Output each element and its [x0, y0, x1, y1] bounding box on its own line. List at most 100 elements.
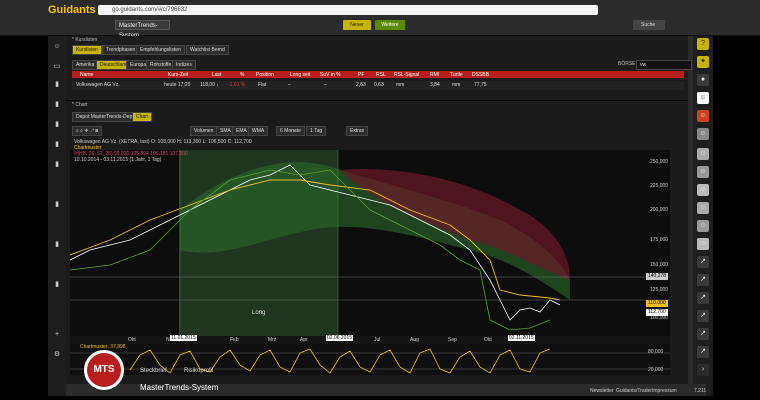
user-avatar-icon[interactable]: ☺	[697, 202, 709, 214]
long-label: Long	[252, 310, 266, 316]
bookmark-icon[interactable]: ▮	[52, 100, 62, 109]
col-kurszeit[interactable]: Kurs-Zeit	[168, 72, 188, 78]
bookmark-icon[interactable]: ▮	[52, 200, 62, 209]
cell: Volkswagen AG Vz.	[76, 82, 120, 88]
link-impressum[interactable]: Impressum	[652, 388, 677, 394]
price-flag-low: 112,700	[646, 309, 668, 316]
col-rsl-signal[interactable]: RSL-Signal	[394, 72, 419, 78]
col-rmi[interactable]: RMI	[430, 72, 439, 78]
chart-trend-icon[interactable]: ↗	[697, 292, 709, 304]
tab-watchlist[interactable]: Watchlist Bernd	[186, 45, 229, 55]
extras-button[interactable]: Extras	[346, 126, 369, 136]
x-flag: 11.01.2015	[170, 335, 197, 341]
x-flag: 02.11.2015	[508, 335, 535, 341]
y-tick: 150,000	[650, 262, 669, 268]
bookmark-icon[interactable]: ▮	[52, 80, 62, 89]
col-long-seit[interactable]: Long seit	[290, 72, 310, 78]
new-button[interactable]: Neuer	[343, 20, 371, 30]
zoom-icon[interactable]: ⌕ ⌕ ✥ ↗ ⊞	[72, 126, 103, 136]
tab-risikoprofil[interactable]: Risikoprofil	[184, 368, 213, 374]
col-suv[interactable]: SuV in %	[320, 72, 341, 78]
user-avatar-icon[interactable]: ☺	[697, 148, 709, 160]
tab-empfehlungslisten[interactable]: Empfehlungslisten	[136, 45, 185, 55]
cell: –	[288, 82, 291, 88]
cell: 3,84	[430, 82, 440, 88]
x-flag: 02.06.2015	[326, 335, 354, 341]
tab-depot[interactable]: Depot MasterTrends-Depot	[72, 112, 141, 122]
user-avatar-icon[interactable]: ☺	[697, 166, 709, 178]
bookmark-icon[interactable]: ▮	[52, 140, 62, 149]
user-avatar-icon[interactable]: ☺	[697, 92, 709, 104]
help-icon[interactable]: ?	[697, 38, 709, 50]
bookmark-icon[interactable]: ▮	[52, 160, 62, 169]
x-tick: Jul	[374, 337, 381, 343]
bookmark-icon[interactable]: ▮	[52, 280, 62, 289]
tab-steckbrief[interactable]: Steckbrief	[140, 368, 167, 374]
tab-chart[interactable]: Chart	[132, 112, 153, 122]
col-name[interactable]: Name	[80, 72, 93, 78]
cell: Flat	[258, 82, 267, 88]
chart-trend-icon[interactable]: ↗	[697, 256, 709, 268]
tab-rohstoffe[interactable]: Rohstoffe	[146, 60, 176, 70]
x-axis: Okt Nov 11.01.2015 Feb Mrz Apr 02.06.201…	[70, 335, 670, 344]
exchange-label: BÖRSE	[618, 61, 636, 67]
user-avatar-icon[interactable]: ☺	[697, 220, 709, 232]
search-button[interactable]: Suche	[633, 20, 665, 30]
toolbar-volumen[interactable]: Volumen	[190, 126, 218, 136]
col-last[interactable]: Last	[212, 72, 221, 78]
y-tick: 250,000	[650, 159, 669, 165]
user-avatar-icon[interactable]: ☺	[697, 184, 709, 196]
workspace-tab[interactable]: MasterTrends-System	[115, 20, 170, 39]
x-tick: Okt	[128, 337, 136, 343]
x-tick: Aug	[410, 337, 419, 343]
tab-trendphasen[interactable]: Trendphasen	[102, 45, 140, 55]
lightbulb-icon[interactable]: ✦	[697, 56, 709, 68]
cell: mm	[396, 82, 405, 88]
cell: mm	[452, 82, 461, 88]
cell: 77,75	[474, 82, 487, 88]
pin-icon[interactable]: ●	[697, 74, 709, 86]
search-input[interactable]: vw	[636, 60, 692, 70]
toolbar-wma[interactable]: WMA	[248, 126, 269, 136]
guidants-logo[interactable]: Guidants	[48, 4, 96, 16]
period-select[interactable]: 6 Monate	[276, 126, 305, 136]
settings-icon[interactable]: ⚙	[52, 350, 62, 359]
chart-trend-icon[interactable]: ↗	[697, 310, 709, 322]
mts-logo: MTS	[84, 350, 124, 390]
avatar[interactable]: ☺	[52, 42, 62, 51]
bookmark-icon[interactable]: ▮	[52, 240, 62, 249]
col-dssbb[interactable]: DSSBB	[472, 72, 489, 78]
col-rsl[interactable]: RSL	[376, 72, 386, 78]
y-tick: 125,000	[650, 287, 669, 293]
tab-kurslisten[interactable]: Kurslisten	[72, 45, 102, 55]
bookmark-icon[interactable]: ▮	[52, 120, 62, 129]
chart-trend-icon[interactable]: ↗	[697, 346, 709, 358]
col-percent[interactable]: %	[240, 72, 244, 78]
chevron-icon[interactable]: ›	[697, 364, 709, 376]
col-turtle[interactable]: Turtle	[450, 72, 463, 78]
panel-title: * Chart	[72, 102, 88, 108]
monitor-icon[interactable]: ▭	[52, 62, 62, 71]
col-position[interactable]: Position	[256, 72, 274, 78]
x-tick: Mrz	[268, 337, 277, 343]
col-pf[interactable]: PF	[358, 72, 364, 78]
left-sidebar: ☺ ▭ ▮ ▮ ▮ ▮ ▮ ▮ ▮ ▮ + ⚙	[48, 36, 66, 396]
add-icon[interactable]: +	[52, 330, 62, 339]
link-trader[interactable]: Guidants/Trader	[616, 388, 652, 394]
chart-trend-icon[interactable]: ↗	[697, 328, 709, 340]
table-row[interactable]: Volkswagen AG Vz. heute 17:20 118,00 ↓ -…	[72, 81, 684, 90]
link-newsletter[interactable]: Newsletter	[590, 388, 614, 394]
more-button[interactable]: Weitere	[375, 20, 405, 30]
url-bar[interactable]: go.guidants.com/#/c/796632	[98, 5, 598, 15]
price-flag-current: 110,000	[646, 300, 668, 307]
right-sidebar: ? ✦ ● ☺ ☺ ☺ ☺ ☺ ☺ ☺ ☺ ☺ ↗ ↗ ↗ ↗ ↗ ↗ ›	[693, 36, 713, 396]
user-avatar-icon[interactable]: ☺	[697, 238, 709, 250]
user-avatar-icon[interactable]: ☺	[697, 110, 709, 122]
quote-table: Name Kurs-Zeit Last % Position Long seit…	[72, 71, 684, 95]
tab-amerika[interactable]: Amerika	[72, 60, 99, 70]
x-tick: Apr	[300, 337, 308, 343]
chart-trend-icon[interactable]: ↗	[697, 274, 709, 286]
tab-indizes[interactable]: Indizes	[172, 60, 196, 70]
user-avatar-icon[interactable]: ☺	[697, 128, 709, 140]
interval-select[interactable]: 1 Tag	[306, 126, 327, 136]
